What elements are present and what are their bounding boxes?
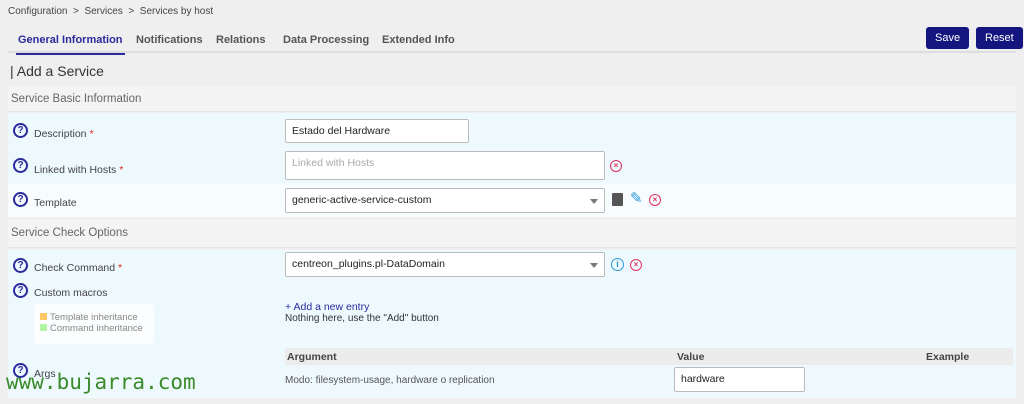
tab-relations[interactable]: Relations <box>216 34 266 46</box>
legend-label: Template inheritance <box>50 312 138 323</box>
args-table-header: Argument Value Example <box>285 348 1013 365</box>
check-command-row: ? Check Command * centreon_plugins.pl-Da… <box>8 250 1016 282</box>
legend-template-inheritance: Template inheritance <box>40 312 148 323</box>
help-icon[interactable]: ? <box>13 192 28 207</box>
header-example: Example <box>926 351 970 363</box>
tab-notifications[interactable]: Notifications <box>136 34 203 46</box>
breadcrumb-separator: > <box>128 6 135 17</box>
clear-icon[interactable]: × <box>610 160 622 172</box>
add-new-entry-link[interactable]: + Add a new entry <box>285 301 369 313</box>
custom-macros-row: ? Custom macros Template inheritance Com… <box>8 282 1016 345</box>
tab-general-information[interactable]: General Information <box>16 34 125 55</box>
clear-icon[interactable]: × <box>630 259 642 271</box>
section-basic-information: Service Basic Information <box>8 87 1016 112</box>
help-icon[interactable]: ? <box>13 158 28 173</box>
header-argument: Argument <box>287 351 337 363</box>
breadcrumb-separator: > <box>73 6 79 17</box>
linked-hosts-row: ? Linked with Hosts * Linked with Hosts … <box>8 149 1016 184</box>
clear-icon[interactable]: × <box>649 194 661 206</box>
legend-command-inheritance: Command inheritance <box>40 323 148 334</box>
edit-pencil-icon[interactable]: ✎ <box>630 189 643 207</box>
section-check-options: Service Check Options <box>8 220 1016 248</box>
argument-value-input[interactable]: hardware <box>674 367 805 392</box>
breadcrumb-configuration[interactable]: Configuration <box>8 6 67 17</box>
description-input[interactable]: Estado del Hardware <box>285 119 469 143</box>
info-icon[interactable]: i <box>611 258 624 271</box>
breadcrumb-services[interactable]: Services <box>84 6 122 17</box>
help-icon[interactable]: ? <box>13 258 28 273</box>
header-value: Value <box>677 351 705 363</box>
argument-text: Modo: filesystem-usage, hardware o repli… <box>285 375 495 386</box>
empty-macros-text: Nothing here, use the "Add" button <box>285 313 439 324</box>
template-value: generic-active-service-custom <box>292 194 432 206</box>
tab-data-processing[interactable]: Data Processing <box>283 34 369 46</box>
description-row: ? Description * Estado del Hardware <box>8 113 1016 149</box>
inheritance-legend: Template inheritance Command inheritance <box>34 304 154 344</box>
view-template-icon[interactable] <box>612 193 623 206</box>
watermark: www.bujarra.com <box>6 370 196 394</box>
orange-swatch-icon <box>40 313 47 320</box>
tab-bar: General Information Notifications Relati… <box>8 28 1016 55</box>
check-command-label: Check Command * <box>34 262 123 274</box>
linked-hosts-label: Linked with Hosts * <box>34 164 124 176</box>
custom-macros-label: Custom macros <box>34 287 108 299</box>
tab-extended-info[interactable]: Extended Info <box>382 34 455 46</box>
breadcrumb: Configuration > Services > Services by h… <box>8 6 213 17</box>
page-title: | Add a Service <box>10 63 104 79</box>
linked-hosts-input[interactable]: Linked with Hosts <box>285 151 605 180</box>
reset-button[interactable]: Reset <box>976 27 1023 49</box>
check-command-value: centreon_plugins.pl-DataDomain <box>292 258 445 270</box>
check-command-select[interactable]: centreon_plugins.pl-DataDomain <box>285 252 605 277</box>
description-label: Description * <box>34 128 94 140</box>
template-row: ? Template generic-active-service-custom… <box>8 184 1016 217</box>
chevron-down-icon <box>590 263 598 268</box>
help-icon[interactable]: ? <box>13 123 28 138</box>
template-label: Template <box>34 197 77 209</box>
legend-label: Command inheritance <box>50 323 143 334</box>
help-icon[interactable]: ? <box>13 283 28 298</box>
green-swatch-icon <box>40 324 47 331</box>
breadcrumb-services-by-host[interactable]: Services by host <box>140 6 213 17</box>
chevron-down-icon <box>590 199 598 204</box>
template-select[interactable]: generic-active-service-custom <box>285 188 605 213</box>
save-button[interactable]: Save <box>926 27 970 49</box>
